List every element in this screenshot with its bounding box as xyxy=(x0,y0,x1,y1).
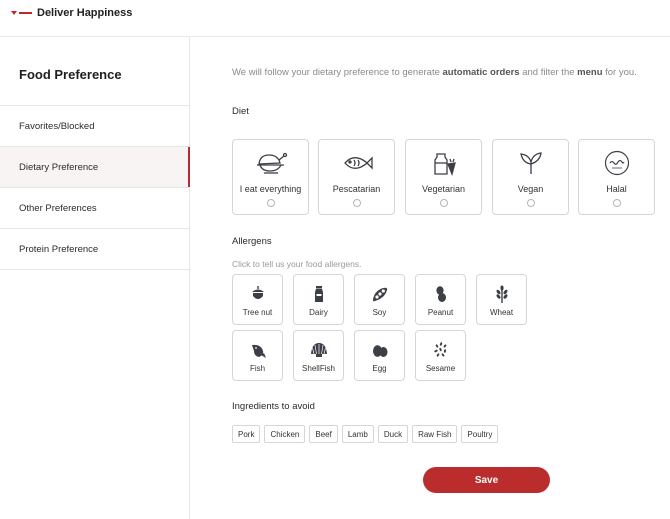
allergen-egg[interactable]: Egg xyxy=(354,330,405,381)
milk-carrot-icon xyxy=(406,150,481,176)
diet-option-label: I eat everything xyxy=(239,184,302,194)
allergen-shellfish[interactable]: ShellFish xyxy=(293,330,344,381)
app-title: Deliver Happiness xyxy=(37,7,133,19)
sidebar-nav: Favorites/Blocked Dietary Preference Oth… xyxy=(0,105,190,270)
allergen-fish[interactable]: Fish xyxy=(232,330,283,381)
shell-icon xyxy=(294,341,343,359)
ingredient-tag-poultry[interactable]: Poultry xyxy=(461,425,499,443)
acorn-icon xyxy=(233,285,282,303)
diet-option-halal[interactable]: Halal xyxy=(578,139,655,215)
allergen-tree-nut[interactable]: Tree nut xyxy=(232,274,283,325)
diet-option-label: Halal xyxy=(606,184,627,194)
diet-label: Diet xyxy=(232,106,249,117)
intro-text: We will follow your dietary preference t… xyxy=(232,67,637,78)
sidebar: Food Preference Favorites/Blocked Dietar… xyxy=(0,37,190,519)
sesame-icon xyxy=(416,341,465,359)
sidebar-title: Food Preference xyxy=(19,67,122,82)
diet-radio[interactable] xyxy=(266,199,275,207)
allergen-label: Egg xyxy=(372,364,387,373)
fish-allergen-icon xyxy=(233,341,282,359)
sidebar-item-label: Protein Preference xyxy=(19,243,99,255)
diet-option-label: Vegetarian xyxy=(421,184,466,194)
allergen-peanut[interactable]: Peanut xyxy=(415,274,466,325)
fish-icon xyxy=(319,150,394,176)
wheat-icon xyxy=(477,285,526,303)
ingredient-tag-duck[interactable]: Duck xyxy=(377,425,409,443)
allergen-label: Wheat xyxy=(489,308,514,317)
milk-bottle-icon xyxy=(294,285,343,303)
intro-prefix: We will follow your dietary preference t… xyxy=(232,67,443,78)
sprout-icon xyxy=(493,150,568,176)
peanut-icon xyxy=(416,285,465,303)
diet-option-label: Pescatarian xyxy=(332,184,381,194)
diet-radio[interactable] xyxy=(439,199,448,207)
sidebar-item-dietary-preference[interactable]: Dietary Preference xyxy=(0,147,190,188)
diet-radio[interactable] xyxy=(526,199,535,207)
top-bar: Deliver Happiness xyxy=(0,0,670,37)
intro-middle: and filter the xyxy=(519,67,578,78)
ingredient-tags: Pork Chicken Beef Lamb Duck Raw Fish Pou… xyxy=(232,425,502,443)
ingredient-tag-beef[interactable]: Beef xyxy=(309,425,338,443)
allergen-label: Dairy xyxy=(309,308,328,317)
sidebar-item-protein-preference[interactable]: Protein Preference xyxy=(0,229,189,270)
sidebar-item-label: Dietary Preference xyxy=(19,161,99,173)
allergen-label: Soy xyxy=(372,308,387,317)
allergens-label: Allergens xyxy=(232,236,272,247)
diet-option-vegetarian[interactable]: Vegetarian xyxy=(405,139,482,215)
sidebar-item-other-preferences[interactable]: Other Preferences xyxy=(0,188,189,229)
ingredient-tag-chicken[interactable]: Chicken xyxy=(264,425,306,443)
ingredient-tag-lamb[interactable]: Lamb xyxy=(341,425,374,443)
soybean-icon xyxy=(355,285,404,303)
roast-chicken-icon xyxy=(233,150,308,176)
allergen-dairy[interactable]: Dairy xyxy=(293,274,344,325)
diet-option-vegan[interactable]: Vegan xyxy=(492,139,569,215)
sidebar-item-label: Other Preferences xyxy=(19,202,97,214)
allergen-label: Fish xyxy=(249,364,266,373)
intro-bold-menu: menu xyxy=(577,67,603,78)
diet-option-pescatarian[interactable]: Pescatarian xyxy=(318,139,395,215)
allergens-hint: Click to tell us your food allergens. xyxy=(232,259,362,269)
halal-icon xyxy=(579,150,654,176)
diet-radio[interactable] xyxy=(612,199,621,207)
sidebar-item-label: Favorites/Blocked xyxy=(19,120,95,132)
allergen-soy[interactable]: Soy xyxy=(354,274,405,325)
ingredient-tag-raw-fish[interactable]: Raw Fish xyxy=(412,425,458,443)
allergen-label: Peanut xyxy=(427,308,454,317)
egg-icon xyxy=(355,341,404,359)
intro-bold-automatic-orders: automatic orders xyxy=(442,67,520,78)
ingredients-label: Ingredients to avoid xyxy=(232,401,315,412)
allergen-label: Tree nut xyxy=(242,308,273,317)
brand[interactable]: Deliver Happiness xyxy=(10,7,132,19)
diet-option-everything[interactable]: I eat everything xyxy=(232,139,309,215)
ingredient-tag-pork[interactable]: Pork xyxy=(232,425,261,443)
diet-option-label: Vegan xyxy=(517,184,544,194)
sidebar-item-favorites-blocked[interactable]: Favorites/Blocked xyxy=(0,106,189,147)
save-button[interactable]: Save xyxy=(423,467,550,493)
intro-suffix: for you. xyxy=(602,67,637,78)
allergen-label: ShellFish xyxy=(302,364,335,373)
allergen-label: Sesame xyxy=(425,364,456,373)
allergen-sesame[interactable]: Sesame xyxy=(415,330,466,381)
brand-logo-icon xyxy=(10,7,34,19)
allergen-wheat[interactable]: Wheat xyxy=(476,274,527,325)
diet-radio[interactable] xyxy=(352,199,361,207)
